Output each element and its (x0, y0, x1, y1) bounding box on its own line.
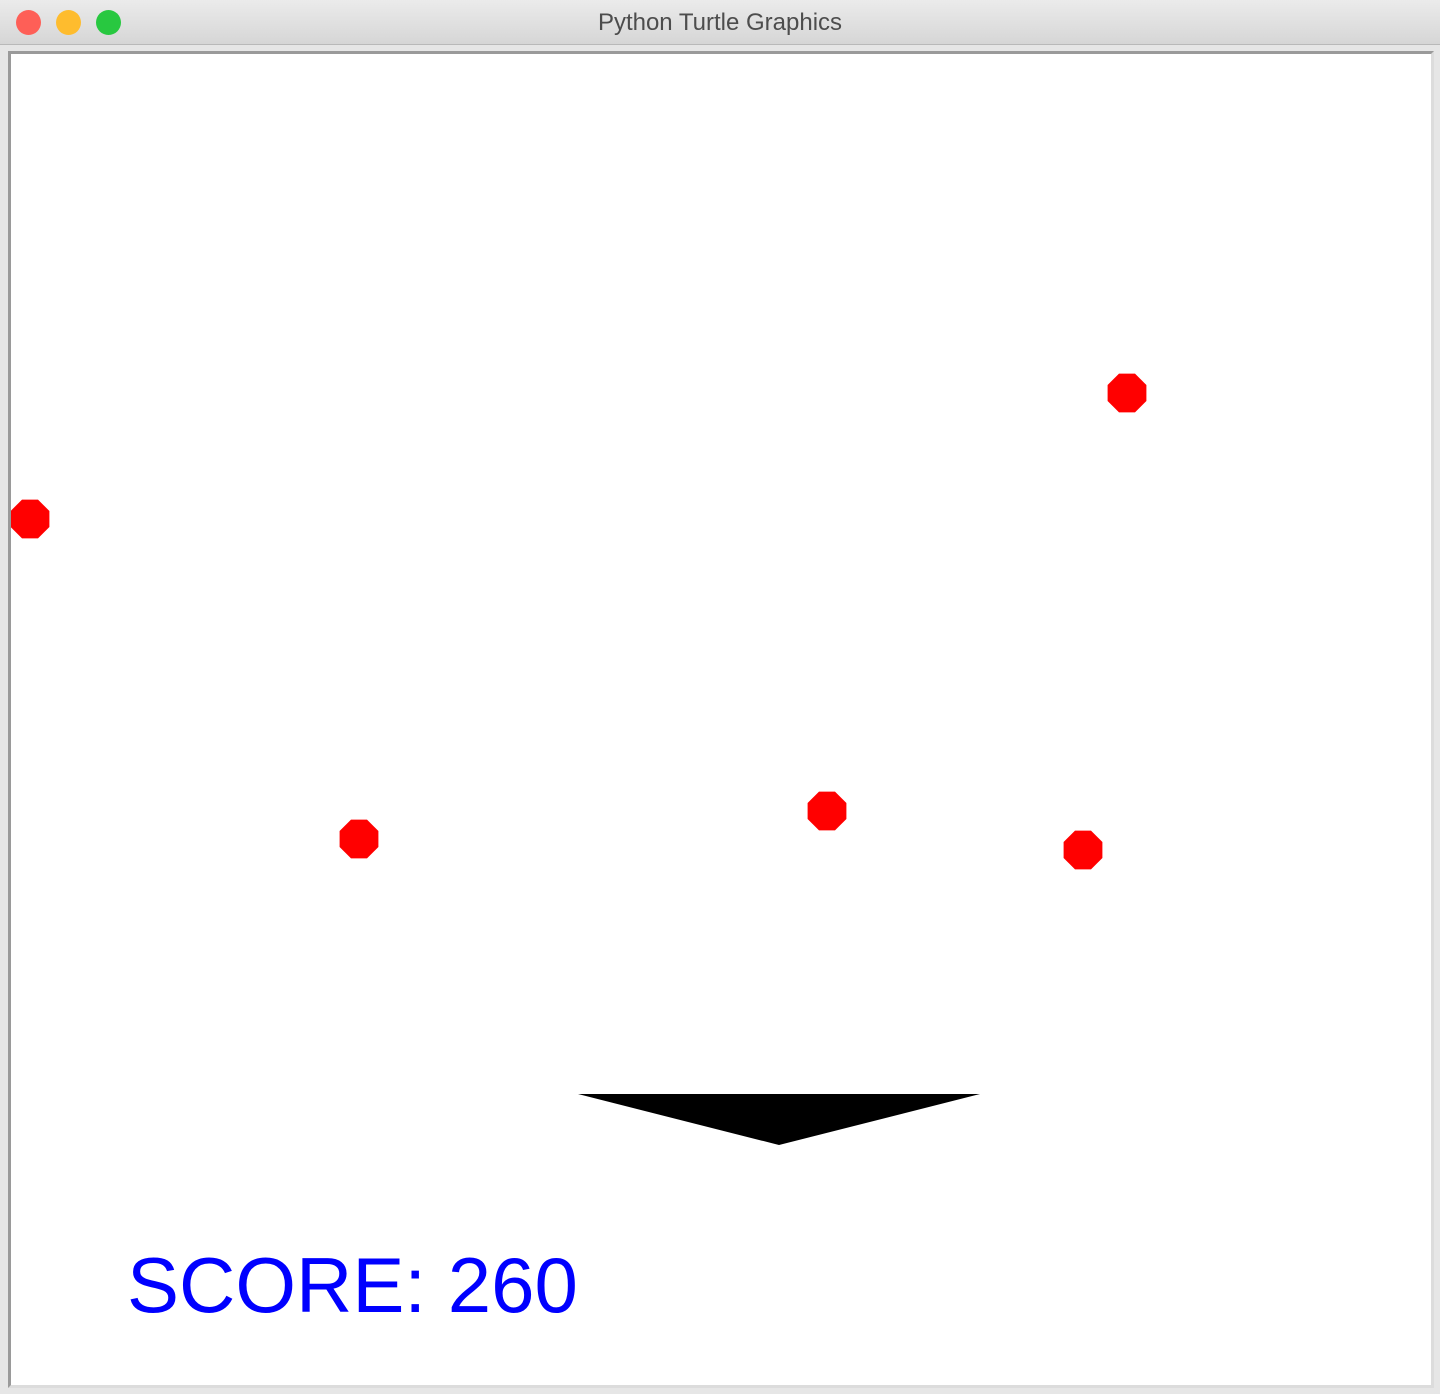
title-bar[interactable]: Python Turtle Graphics (0, 0, 1440, 45)
ball-3 (339, 819, 379, 859)
balls-layer (11, 373, 1147, 870)
ball-2 (11, 499, 50, 539)
ball-4 (807, 791, 847, 831)
ball-1 (1107, 373, 1147, 413)
canvas-frame: SCORE: 260 (8, 51, 1434, 1388)
ball-5 (1063, 830, 1103, 870)
window-title: Python Turtle Graphics (597, 9, 843, 36)
paddle[interactable] (578, 1094, 980, 1145)
game-canvas[interactable] (11, 54, 1431, 1385)
turtle-window: Python Turtle Graphics SCORE: 260 (0, 0, 1440, 1394)
score-display: SCORE: 260 (127, 1241, 578, 1329)
